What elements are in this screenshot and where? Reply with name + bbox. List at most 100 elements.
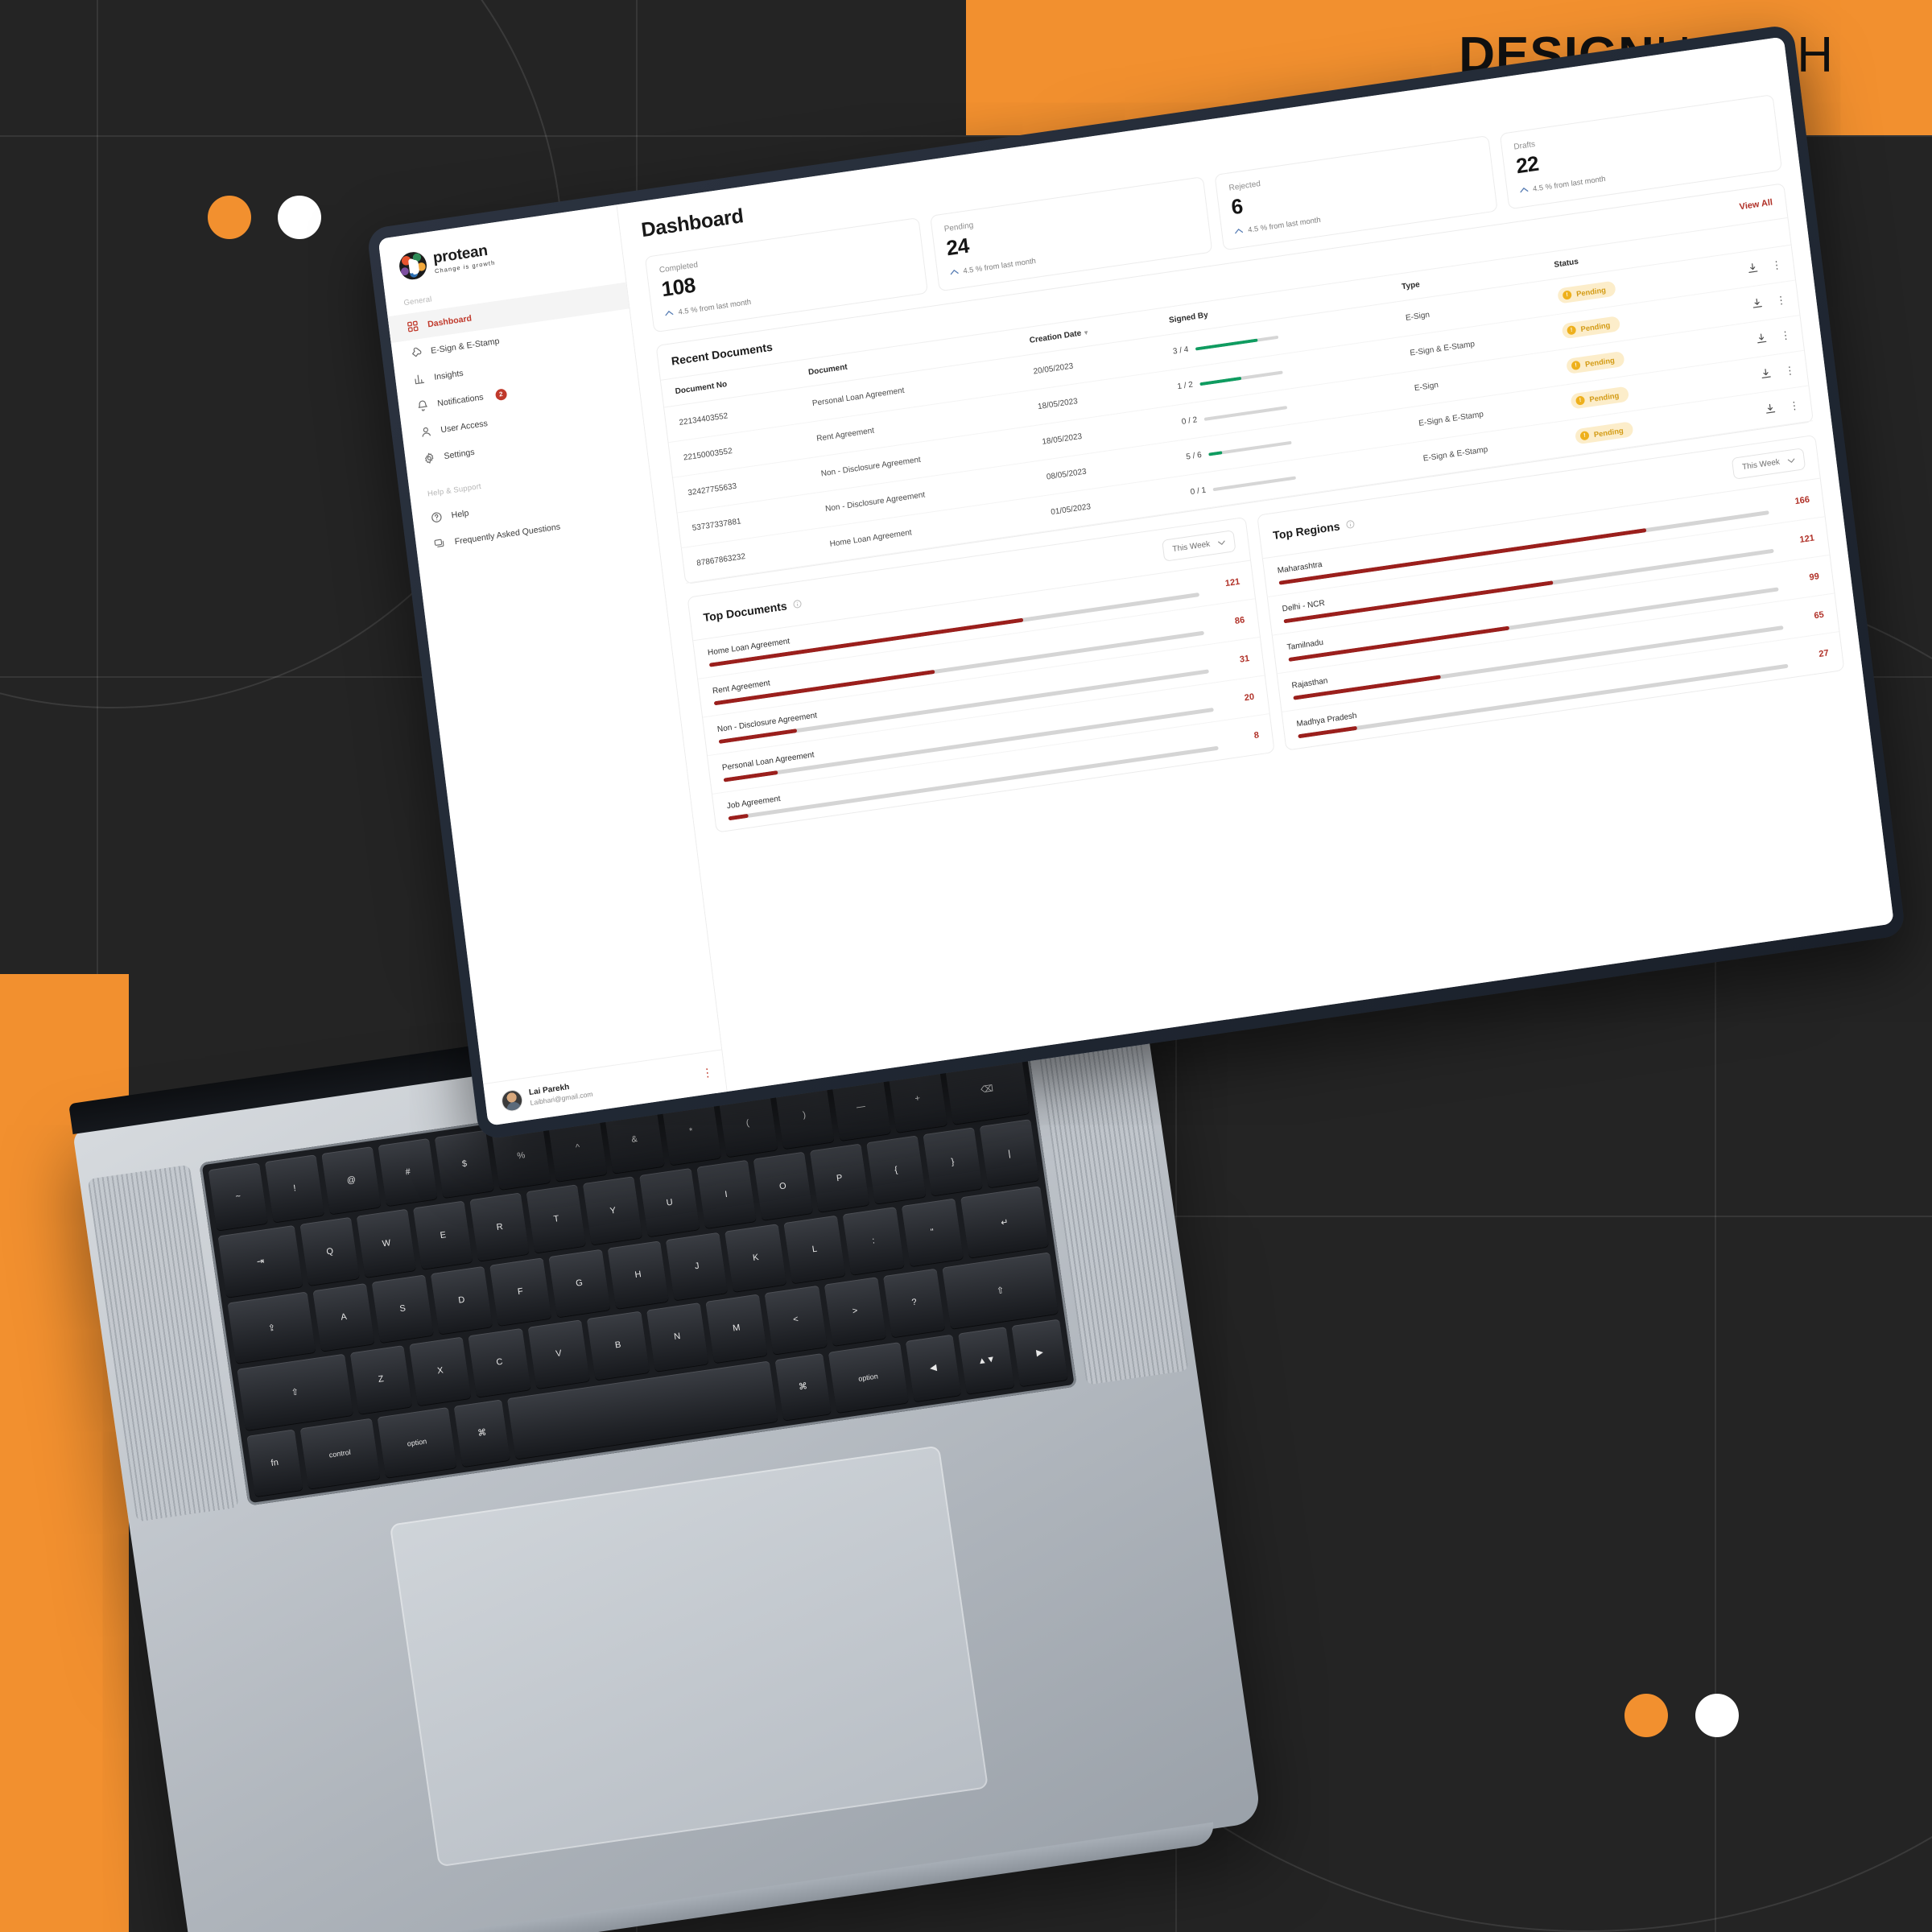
keyboard-key[interactable]: fn [246,1429,303,1497]
column-header-label: Signed By [1168,310,1209,325]
row-menu-icon[interactable]: ⋮ [1784,363,1796,377]
keyboard-key[interactable]: X [409,1336,472,1406]
keyboard-key[interactable]: ↵ [960,1186,1049,1258]
download-icon[interactable] [1746,262,1760,275]
keyboard-key[interactable]: B [586,1311,650,1381]
caret-up-icon [950,269,959,275]
keyboard-key[interactable]: U [639,1168,700,1237]
keyboard-key[interactable]: V [527,1319,590,1389]
keyboard-key[interactable]: @ [321,1146,382,1215]
keyboard-key[interactable]: J [666,1232,729,1301]
keyboard-key[interactable]: Z [349,1345,413,1414]
keyboard-key[interactable]: D [430,1265,493,1335]
keyboard-key[interactable]: O [753,1152,813,1220]
keyboard-key[interactable]: Y [583,1176,643,1245]
keyboard-key[interactable]: I [696,1160,757,1228]
info-circle-icon[interactable] [792,598,803,609]
sidebar-item-label: Notifications [436,391,485,409]
status-badge: ! Pending [1566,350,1625,374]
keyboard-key[interactable]: E [413,1200,473,1269]
sidebar-item-label: Insights [433,368,464,382]
keyboard-key[interactable]: ⌘ [774,1352,832,1421]
keyboard-key[interactable]: G [548,1249,611,1318]
avatar [500,1088,524,1113]
keyboard-key[interactable]: N [646,1302,709,1372]
keyboard-key[interactable]: { [865,1135,927,1204]
keyboard-key[interactable]: ⇪ [227,1291,316,1364]
top-document-value: 31 [1239,653,1250,665]
status-badge-label: Pending [1584,355,1616,369]
keyboard-key[interactable]: option [377,1406,457,1478]
keyboard-key[interactable]: ⇧ [237,1353,353,1430]
sidebar-item-label: User Access [440,418,489,435]
top-regions-filter-value: This Week [1741,457,1781,473]
signed-progress-bar [1203,405,1288,421]
keyboard-key[interactable]: ▶ [1011,1319,1068,1387]
keyboard-key[interactable]: K [724,1223,787,1293]
keyboard-key[interactable]: option [828,1341,909,1414]
keyboard-key[interactable]: R [469,1192,530,1261]
view-all-link[interactable]: View All [1739,198,1773,213]
top-documents-filter-value: This Week [1171,539,1211,555]
status-badge-label: Pending [1593,425,1624,440]
question-circle-icon [430,510,444,524]
stamp-icon [410,346,423,360]
kebab-menu-icon[interactable]: ⋮ [701,1065,714,1080]
top-document-value: 8 [1253,729,1260,741]
signed-fraction: 0 / 1 [1190,485,1207,497]
keyboard-key[interactable]: H [607,1241,670,1310]
keyboard-key[interactable]: > [824,1277,886,1346]
laptop-deck: ~! @ # $% ^ & *() — + ⌫ ⇥ Q W E R T Y U I O P{} | ⇪ A S D F G H J K L: "… [68,950,1262,1932]
keyboard-key[interactable]: L [783,1215,846,1284]
top-regions-filter-select[interactable]: This Week [1731,448,1806,480]
keyboard-key[interactable]: } [923,1127,983,1196]
keyboard-key[interactable]: ▲▼ [958,1326,1015,1394]
caret-up-icon [665,310,674,316]
laptop-base: ~! @ # $% ^ & *() — + ⌫ ⇥ Q W E R T Y U I O P{} | ⇪ A S D F G H J K L: "… [68,950,1262,1932]
keyboard-key[interactable]: M [705,1294,768,1363]
top-region-value: 166 [1794,494,1810,506]
keyboard-key[interactable]: Q [299,1217,360,1286]
keyboard-key[interactable]: $ [434,1129,495,1199]
main-content: Dashboard Completed 108 4.5 % from last mo… [617,36,1894,1092]
sort-descending-icon: ▾ [1084,328,1088,337]
keyboard-key[interactable]: F [489,1257,551,1327]
info-circle-icon[interactable] [1344,518,1355,530]
row-menu-icon[interactable]: ⋮ [1775,293,1787,307]
keyboard-key[interactable]: ! [264,1154,325,1223]
download-icon[interactable] [1759,367,1773,381]
keyboard-key[interactable]: ~ [208,1162,268,1232]
trackpad[interactable] [389,1445,989,1868]
row-menu-icon[interactable]: ⋮ [1788,398,1800,412]
status-dot-icon: ! [1579,431,1590,441]
keyboard-key[interactable]: ? [882,1268,946,1338]
sidebar-item-label: Settings [443,447,476,461]
keyboard-key[interactable]: | [979,1119,1039,1188]
top-documents-filter-select[interactable]: This Week [1162,530,1236,562]
stat-delta-text: 4.5 % from last month [1247,214,1322,234]
keyboard-key[interactable]: < [764,1286,828,1355]
top-document-value: 86 [1234,614,1245,626]
keyboard-key[interactable]: A [312,1282,375,1352]
keyboard-key[interactable]: C [468,1328,531,1397]
row-menu-icon[interactable]: ⋮ [1771,258,1783,271]
keyboard-key[interactable]: control [299,1418,381,1489]
keyboard-key[interactable]: # [378,1137,438,1207]
status-badge-label: Pending [1588,390,1620,404]
keyboard-keys[interactable]: ~! @ # $% ^ & *() — + ⌫ ⇥ Q W E R T Y U I O P{} | ⇪ A S D F G H J K L: "… [208,1052,1068,1497]
keyboard-key[interactable]: : [842,1206,905,1276]
download-icon[interactable] [1755,332,1769,345]
keyboard-key[interactable]: ⌘ [453,1399,510,1468]
keyboard-key[interactable]: ◀ [905,1334,962,1402]
download-icon[interactable] [1764,402,1777,416]
keyboard-key[interactable]: P [809,1143,869,1212]
keyboard-key[interactable]: ⇥ [217,1225,303,1298]
row-menu-icon[interactable]: ⋮ [1780,328,1792,342]
keyboard-key[interactable]: T [526,1184,587,1253]
keyboard-key[interactable]: " [901,1198,964,1267]
keyboard-key[interactable]: ⇧ [942,1252,1059,1329]
keyboard-key[interactable]: S [371,1274,434,1344]
gear-icon [423,452,436,465]
keyboard-key[interactable]: W [356,1209,417,1278]
download-icon[interactable] [1750,296,1764,310]
